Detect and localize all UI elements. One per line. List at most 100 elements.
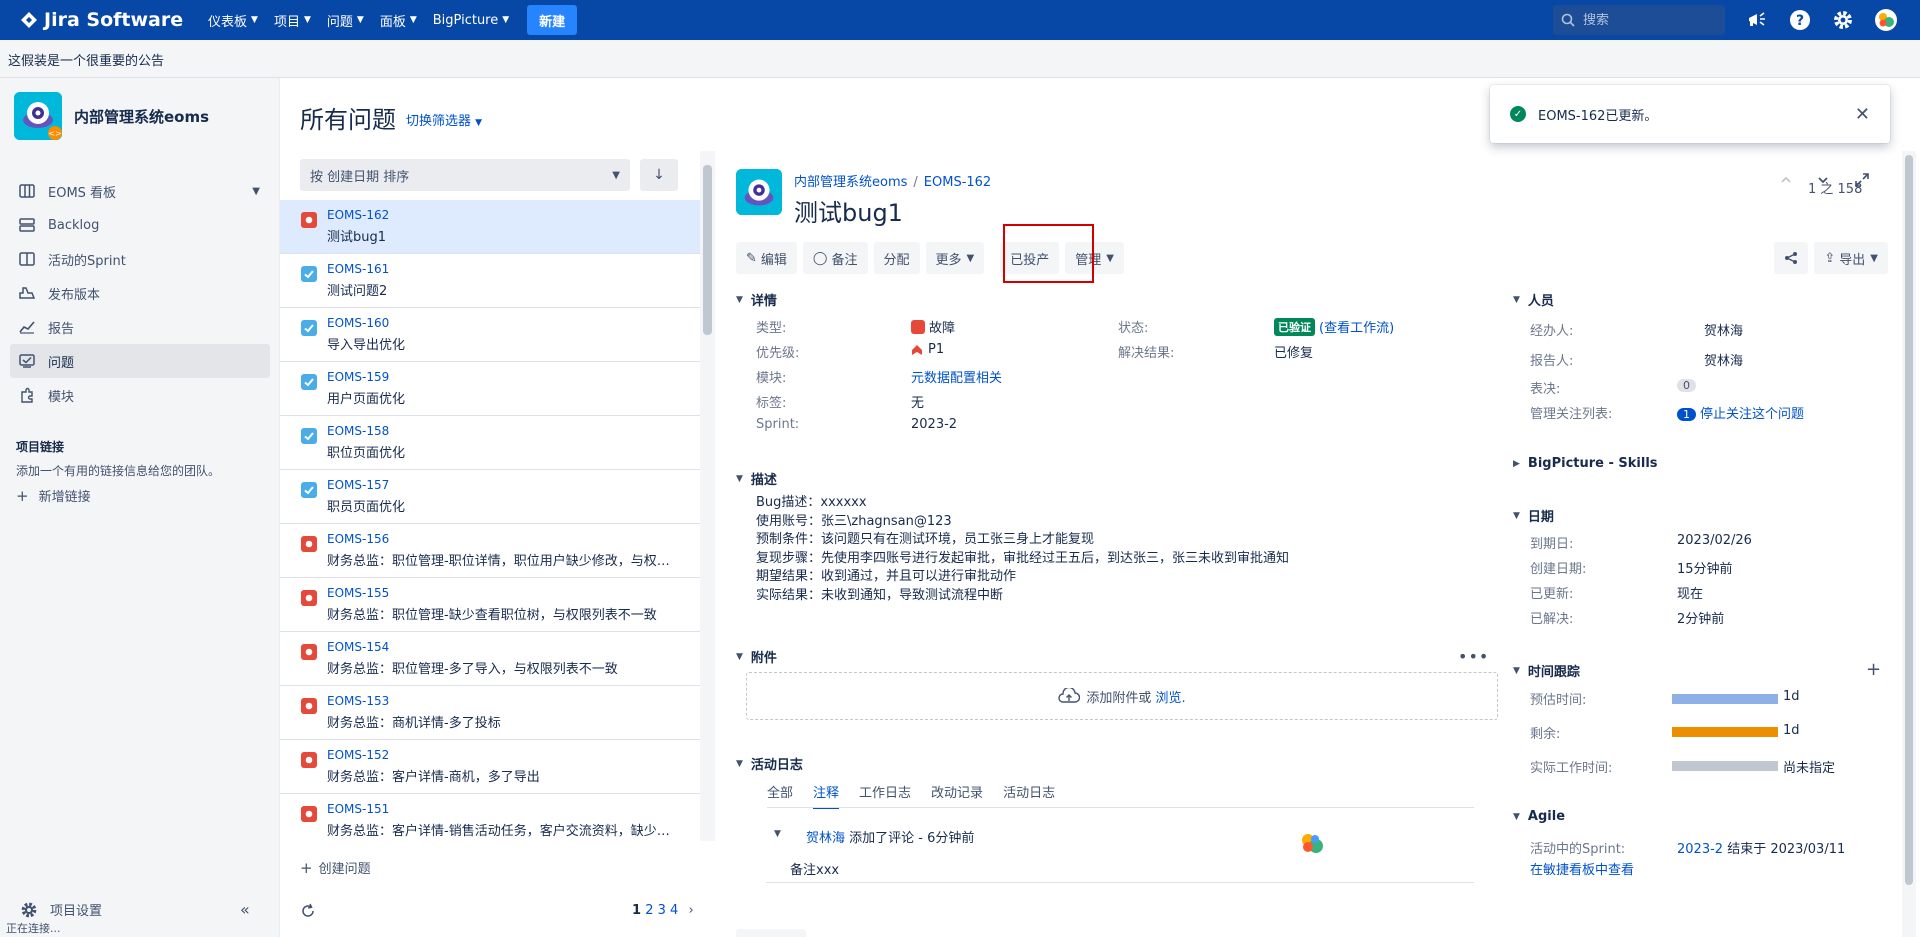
breadcrumb-issue-key[interactable]: EOMS-162 — [924, 175, 991, 190]
log-work-plus-icon[interactable]: + — [1866, 659, 1881, 680]
nav-projects[interactable]: 项目 ▼ — [266, 0, 319, 40]
create-issue-button[interactable]: + 创建问题 — [300, 858, 371, 878]
avatar[interactable] — [1874, 8, 1898, 32]
breadcrumb-project[interactable]: 内部管理系统eoms — [794, 175, 907, 190]
scrollbar-thumb[interactable] — [1905, 155, 1913, 885]
people-section-toggle[interactable]: ▼ 人员 — [1513, 290, 1554, 309]
people-title: 人员 — [1527, 294, 1554, 309]
scrollbar-thumb[interactable] — [703, 165, 712, 335]
sprint-link[interactable]: 2023-2 — [1677, 842, 1723, 857]
issue-list-item[interactable]: EOMS-160 导入导出优化 — [280, 308, 700, 362]
votes-count[interactable]: 0 — [1677, 378, 1696, 393]
expand-icon[interactable] — [1855, 173, 1869, 187]
export-button[interactable]: ⇪ 导出 ▼ — [1814, 242, 1888, 274]
issue-list-item[interactable]: EOMS-156 财务总监：职位管理-职位详情，职位用户缺少修改，与权限列表不一致 — [280, 524, 700, 578]
chevron-down-icon[interactable]: ▼ — [252, 186, 260, 197]
attachments-section-toggle[interactable]: ▼ 附件 — [736, 647, 777, 666]
chevron-down-icon[interactable]: ▼ — [774, 829, 781, 839]
sort-direction-button[interactable]: ↓ — [640, 159, 678, 191]
more-button[interactable]: 更多 ▼ — [925, 242, 985, 274]
browse-link[interactable]: 浏览. — [1156, 687, 1186, 706]
sidebar-item-backlog[interactable]: Backlog — [10, 208, 270, 242]
issue-list-item[interactable]: EOMS-151 财务总监：客户详情-销售活动任务，客户交流资料，缺少操作 — [280, 794, 700, 842]
sidebar-item-issues[interactable]: 问题 — [10, 344, 270, 378]
chevron-down-icon[interactable] — [1816, 173, 1830, 187]
detail-scrollbar[interactable] — [1902, 151, 1916, 937]
bug-icon — [301, 644, 317, 660]
issue-list-item[interactable]: EOMS-155 财务总监：职位管理-缺少查看职位树，与权限列表不一致 — [280, 578, 700, 632]
jira-logo[interactable]: Jira Software — [20, 9, 200, 31]
close-icon[interactable]: ✕ — [1855, 104, 1870, 125]
page-link[interactable]: 4 — [670, 903, 678, 918]
sidebar-item-components[interactable]: 模块 — [10, 378, 270, 412]
issue-list-item[interactable]: EOMS-154 财务总监：职位管理-多了导入，与权限列表不一致 — [280, 632, 700, 686]
comment-button[interactable]: ◯ 备注 — [802, 242, 868, 274]
component-value[interactable]: 元数据配置相关 — [911, 367, 1002, 386]
sidebar-item-active-sprint[interactable]: 活动的Sprint — [10, 242, 270, 276]
chevron-up-icon[interactable] — [1779, 173, 1793, 187]
help-icon[interactable]: ? — [1788, 8, 1812, 32]
issue-list-item[interactable]: EOMS-161 测试问题2 — [280, 254, 700, 308]
refresh-icon[interactable] — [300, 903, 316, 919]
tab-activity[interactable]: 活动日志 — [1003, 782, 1055, 809]
sidebar-item-releases[interactable]: 发布版本 — [10, 276, 270, 310]
issue-list-item[interactable]: EOMS-153 财务总监：商机详情-多了投标 — [280, 686, 700, 740]
bigpicture-section-toggle[interactable]: ▶ BigPicture - Skills — [1513, 456, 1658, 471]
attachment-dropzone[interactable]: 添加附件或 浏览. — [746, 672, 1498, 720]
issue-title[interactable]: 测试bug1 — [794, 193, 903, 228]
nav-issues[interactable]: 问题 ▼ — [319, 0, 372, 40]
dates-section-toggle[interactable]: ▼ 日期 — [1513, 506, 1554, 525]
issue-list-item[interactable]: EOMS-152 财务总监：客户详情-商机，多了导出 — [280, 740, 700, 794]
agile-section-toggle[interactable]: ▼ Agile — [1513, 809, 1565, 824]
add-link-button[interactable]: + 新增链接 — [16, 486, 91, 506]
nav-boards[interactable]: 面板 ▼ — [372, 0, 425, 40]
browser-status-text: 正在连接... — [0, 918, 67, 937]
stop-watching-link[interactable]: 停止关注这个问题 — [1700, 407, 1804, 422]
edit-button[interactable]: ✎ 编辑 — [736, 242, 797, 274]
assignee-value[interactable]: 贺林海 — [1704, 320, 1743, 339]
sort-dropdown[interactable]: 按 创建日期 排序 ▼ — [300, 159, 630, 191]
share-button[interactable] — [1774, 242, 1809, 274]
components-icon — [18, 386, 36, 404]
details-section-toggle[interactable]: ▼ 详情 — [736, 290, 777, 309]
next-page-icon[interactable]: › — [688, 903, 693, 918]
pagination: 1 2 3 4 › — [632, 903, 694, 918]
search-box[interactable] — [1553, 5, 1725, 35]
description-body[interactable]: Bug描述：xxxxxx 使用账号：张三\zhagnsan@123 预制条件：该… — [756, 494, 1289, 606]
comment-author[interactable]: 贺林海 — [806, 831, 845, 846]
time-tracking-section-toggle[interactable]: ▼ 时间跟踪 — [1513, 661, 1580, 680]
issue-list-item[interactable]: EOMS-158 职位页面优化 — [280, 416, 700, 470]
sidebar-item-reports[interactable]: 报告 — [10, 310, 270, 344]
chevron-right-icon: ▶ — [1513, 458, 1520, 469]
chevron-down-icon: ▼ — [612, 169, 620, 181]
project-header[interactable]: <> 内部管理系统eoms — [14, 92, 209, 140]
description-section-toggle[interactable]: ▼ 描述 — [736, 469, 777, 488]
issue-list-item[interactable]: EOMS-159 用户页面优化 — [280, 362, 700, 416]
tab-comments[interactable]: 注释 — [813, 782, 840, 809]
issue-list-item[interactable]: EOMS-162 测试bug1 — [280, 200, 700, 254]
reporter-value[interactable]: 贺林海 — [1704, 350, 1743, 369]
page-link[interactable]: 3 — [658, 903, 666, 918]
issue-list-scrollbar[interactable] — [700, 151, 715, 841]
activity-section-toggle[interactable]: ▼ 活动日志 — [736, 754, 803, 773]
megaphone-icon[interactable] — [1745, 8, 1769, 32]
page-link[interactable]: 2 — [645, 903, 653, 918]
nav-bigpicture[interactable]: BigPicture ▼ — [425, 0, 517, 40]
view-workflow-link[interactable]: (查看工作流) — [1319, 317, 1394, 336]
tab-all[interactable]: 全部 — [767, 782, 793, 809]
create-button[interactable]: 新建 — [527, 5, 578, 35]
issue-list-item[interactable]: EOMS-157 职员页面优化 — [280, 470, 700, 524]
switch-filter-dropdown[interactable]: 切换筛选器 ▼ — [406, 110, 482, 129]
more-options-icon[interactable]: ••• — [1458, 647, 1489, 666]
tab-worklog[interactable]: 工作日志 — [859, 782, 911, 809]
search-input[interactable] — [1583, 12, 1703, 28]
collapse-sidebar-icon[interactable]: « — [240, 900, 250, 919]
assign-button[interactable]: 分配 — [873, 242, 920, 274]
nav-dashboards[interactable]: 仪表板 ▼ — [200, 0, 266, 40]
project-settings-link[interactable]: 项目设置 — [20, 900, 102, 919]
view-on-board-link[interactable]: 在敏捷看板中查看 — [1530, 859, 1634, 878]
settings-icon[interactable] — [1831, 8, 1855, 32]
tab-history[interactable]: 改动记录 — [931, 782, 983, 809]
comment-bottom-button[interactable]: ◯ 备注 — [736, 929, 806, 937]
sidebar-item-board[interactable]: EOMS 看板 ▼ — [10, 174, 270, 208]
